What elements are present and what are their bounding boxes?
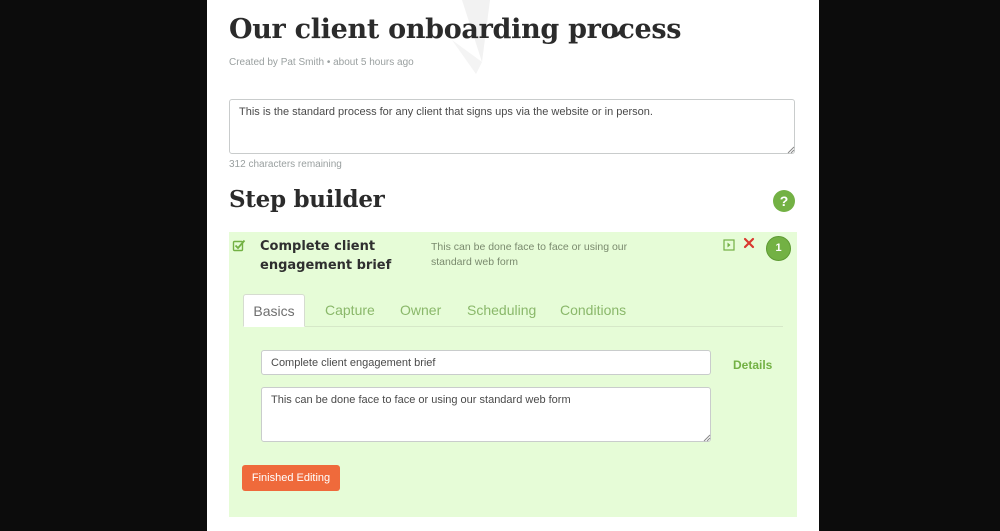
- tab-conditions[interactable]: Conditions: [560, 294, 626, 327]
- process-description-field[interactable]: This is the standard process for any cli…: [229, 99, 795, 154]
- finished-editing-button[interactable]: Finished Editing: [242, 465, 340, 491]
- expand-icon[interactable]: [723, 238, 735, 251]
- details-link[interactable]: Details: [733, 358, 772, 372]
- close-icon[interactable]: [742, 236, 756, 250]
- created-meta: Created by Pat Smith • about 5 hours ago: [229, 57, 414, 68]
- help-icon-symbol: ?: [779, 193, 789, 209]
- help-icon[interactable]: ?: [773, 190, 795, 212]
- step-number: 1: [775, 242, 782, 254]
- step-builder-heading: Step builder: [229, 186, 385, 213]
- tab-scheduling[interactable]: Scheduling: [467, 294, 536, 327]
- pencil-icon[interactable]: [612, 24, 628, 40]
- tab-basics[interactable]: Basics: [243, 294, 305, 327]
- tab-capture[interactable]: Capture: [325, 294, 375, 327]
- characters-remaining: 312 characters remaining: [229, 159, 342, 170]
- step-title[interactable]: Complete client engagement brief: [260, 237, 410, 275]
- checkbox-checked-icon[interactable]: [232, 239, 246, 253]
- step-subtitle: This can be done face to face or using o…: [431, 241, 628, 268]
- tab-owner[interactable]: Owner: [400, 294, 441, 327]
- step-card: Complete client engagement brief This ca…: [229, 232, 797, 517]
- content-panel: Our client onboarding process Created by…: [207, 0, 819, 531]
- step-number-badge: 1: [766, 236, 791, 261]
- step-name-input[interactable]: [261, 350, 711, 375]
- step-description-input[interactable]: This can be done face to face or using o…: [261, 387, 711, 442]
